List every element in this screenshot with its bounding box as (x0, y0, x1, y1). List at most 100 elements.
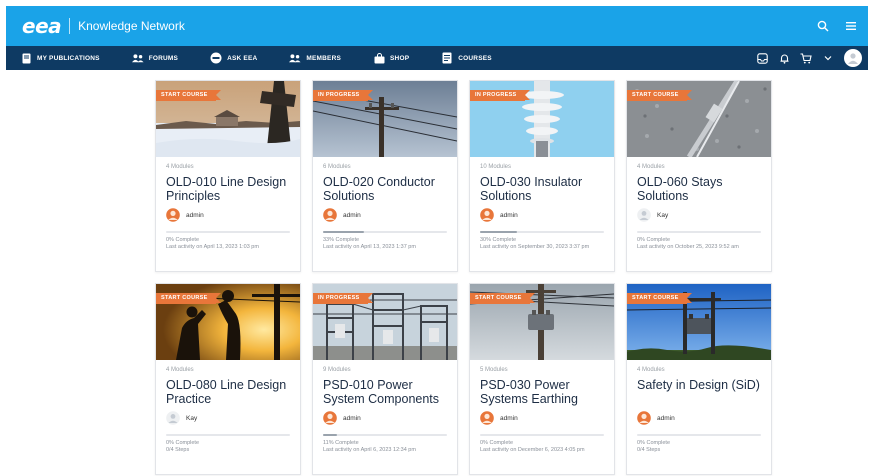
eea-logo: eea (22, 14, 62, 38)
course-title[interactable]: OLD-030 Insulator Solutions (480, 175, 604, 203)
nav-label: MEMBERS (306, 54, 342, 62)
progress-bar (323, 231, 447, 233)
inbox-icon[interactable] (756, 52, 768, 64)
module-count: 4 Modules (166, 367, 194, 373)
course-title[interactable]: PSD-030 Power Systems Earthing (480, 378, 604, 406)
last-activity: 0/4 Steps (166, 447, 190, 453)
author-name: Kay (186, 414, 198, 422)
bell-icon[interactable] (778, 52, 790, 64)
cart-icon[interactable] (800, 52, 812, 64)
shop-bag-icon (373, 52, 385, 64)
course-thumbnail[interactable]: IN PROGRESS (313, 81, 457, 157)
nav-label: ASK EEA (227, 54, 258, 62)
course-card[interactable]: START COURSE 4 Modules Safety in Design … (626, 283, 772, 475)
status-ribbon: IN PROGRESS (313, 293, 372, 304)
course-card[interactable]: IN PROGRESS 6 Modules OLD-020 Conductor … (312, 80, 458, 272)
course-title[interactable]: OLD-010 Line Design Principles (166, 175, 290, 203)
last-activity: Last activity on September 30, 2023 3:37… (480, 244, 590, 250)
status-ribbon: START COURSE (156, 293, 221, 304)
module-count: 5 Modules (480, 367, 508, 373)
author-name: admin (343, 414, 361, 422)
nav-my-publications[interactable]: MY PUBLICATIONS (20, 52, 100, 64)
course-card[interactable]: IN PROGRESS 9 Modules PSD-010 Power Syst… (312, 283, 458, 475)
user-avatar[interactable] (844, 49, 862, 67)
course-author[interactable]: Kay (166, 410, 290, 426)
course-author[interactable]: admin (323, 410, 447, 426)
last-activity: Last activity on October 25, 2023 9:52 a… (637, 244, 739, 250)
module-count: 10 Modules (480, 164, 512, 170)
course-title[interactable]: OLD-080 Line Design Practice (166, 378, 290, 406)
progress-percent: 0% Complete (637, 237, 671, 243)
course-thumbnail[interactable]: IN PROGRESS (470, 81, 614, 157)
status-ribbon: IN PROGRESS (470, 90, 529, 101)
author-name: admin (343, 211, 361, 219)
admin-avatar-icon (480, 411, 494, 425)
courses-icon (441, 52, 453, 64)
admin-avatar-icon (637, 411, 651, 425)
course-title[interactable]: Safety in Design (SiD) (637, 378, 761, 406)
last-activity: 0/4 Steps (637, 447, 661, 453)
module-count: 9 Modules (323, 367, 351, 373)
search-icon[interactable] (816, 19, 830, 33)
course-thumbnail[interactable]: IN PROGRESS (313, 284, 457, 360)
course-author[interactable]: admin (480, 410, 604, 426)
members-icon (289, 52, 301, 64)
logo-divider (69, 18, 71, 34)
top-header: eea Knowledge Network (6, 6, 868, 46)
course-author[interactable]: Kay (637, 207, 761, 223)
course-author[interactable]: admin (637, 410, 761, 426)
course-author[interactable]: admin (166, 207, 290, 223)
course-thumbnail[interactable]: START COURSE (156, 81, 300, 157)
status-ribbon: START COURSE (470, 293, 535, 304)
course-thumbnail[interactable]: START COURSE (627, 81, 771, 157)
module-count: 4 Modules (637, 367, 665, 373)
nav-members[interactable]: MEMBERS (289, 52, 341, 64)
nav-label: MY PUBLICATIONS (37, 54, 100, 62)
course-title[interactable]: OLD-020 Conductor Solutions (323, 175, 447, 203)
course-title[interactable]: PSD-010 Power System Components (323, 378, 447, 406)
course-card[interactable]: START COURSE 4 Modules OLD-080 Line Desi… (155, 283, 301, 475)
author-name: admin (500, 211, 518, 219)
course-card[interactable]: IN PROGRESS 10 Modules OLD-030 Insulator… (469, 80, 615, 272)
progress-bar (323, 434, 447, 436)
module-count: 4 Modules (637, 164, 665, 170)
user-placeholder-icon (166, 411, 180, 425)
progress-percent: 0% Complete (480, 440, 514, 446)
hamburger-menu-icon[interactable] (844, 19, 858, 33)
progress-bar (166, 434, 290, 436)
course-card[interactable]: START COURSE 4 Modules OLD-060 Stays Sol… (626, 80, 772, 272)
course-author[interactable]: admin (323, 207, 447, 223)
app-name: Knowledge Network (78, 19, 185, 33)
progress-percent: 30% Complete (480, 237, 517, 243)
last-activity: Last activity on April 13, 2023 1:03 pm (166, 244, 259, 250)
progress-percent: 0% Complete (166, 440, 200, 446)
nav-forums[interactable]: FORUMS (131, 52, 178, 64)
nav-ask-eea[interactable]: ASK EEA (210, 52, 257, 64)
course-card[interactable]: START COURSE 4 Modules OLD-010 Line Desi… (155, 80, 301, 272)
course-grid: START COURSE 4 Modules OLD-010 Line Desi… (155, 80, 772, 475)
progress-percent: 0% Complete (637, 440, 671, 446)
nav-courses[interactable]: COURSES (441, 52, 492, 64)
progress-percent: 0% Complete (166, 237, 200, 243)
module-count: 6 Modules (323, 164, 351, 170)
course-thumbnail[interactable]: START COURSE (156, 284, 300, 360)
site-logo[interactable]: eea Knowledge Network (22, 14, 185, 38)
module-count: 4 Modules (166, 164, 194, 170)
course-author[interactable]: admin (480, 207, 604, 223)
course-thumbnail[interactable]: START COURSE (470, 284, 614, 360)
author-name: admin (500, 414, 518, 422)
status-ribbon: START COURSE (627, 293, 692, 304)
course-card[interactable]: START COURSE 5 Modules PSD-030 Power Sys… (469, 283, 615, 475)
course-thumbnail[interactable]: START COURSE (627, 284, 771, 360)
status-ribbon: IN PROGRESS (313, 90, 372, 101)
admin-avatar-icon (480, 208, 494, 222)
status-ribbon: START COURSE (627, 90, 692, 101)
progress-percent: 33% Complete (323, 237, 360, 243)
course-title[interactable]: OLD-060 Stays Solutions (637, 175, 761, 203)
chevron-down-icon[interactable] (822, 52, 834, 64)
admin-avatar-icon (166, 208, 180, 222)
progress-bar (480, 434, 604, 436)
last-activity: Last activity on April 6, 2023 12:34 pm (323, 447, 416, 453)
nav-shop[interactable]: SHOP (373, 52, 409, 64)
author-name: admin (186, 211, 204, 219)
